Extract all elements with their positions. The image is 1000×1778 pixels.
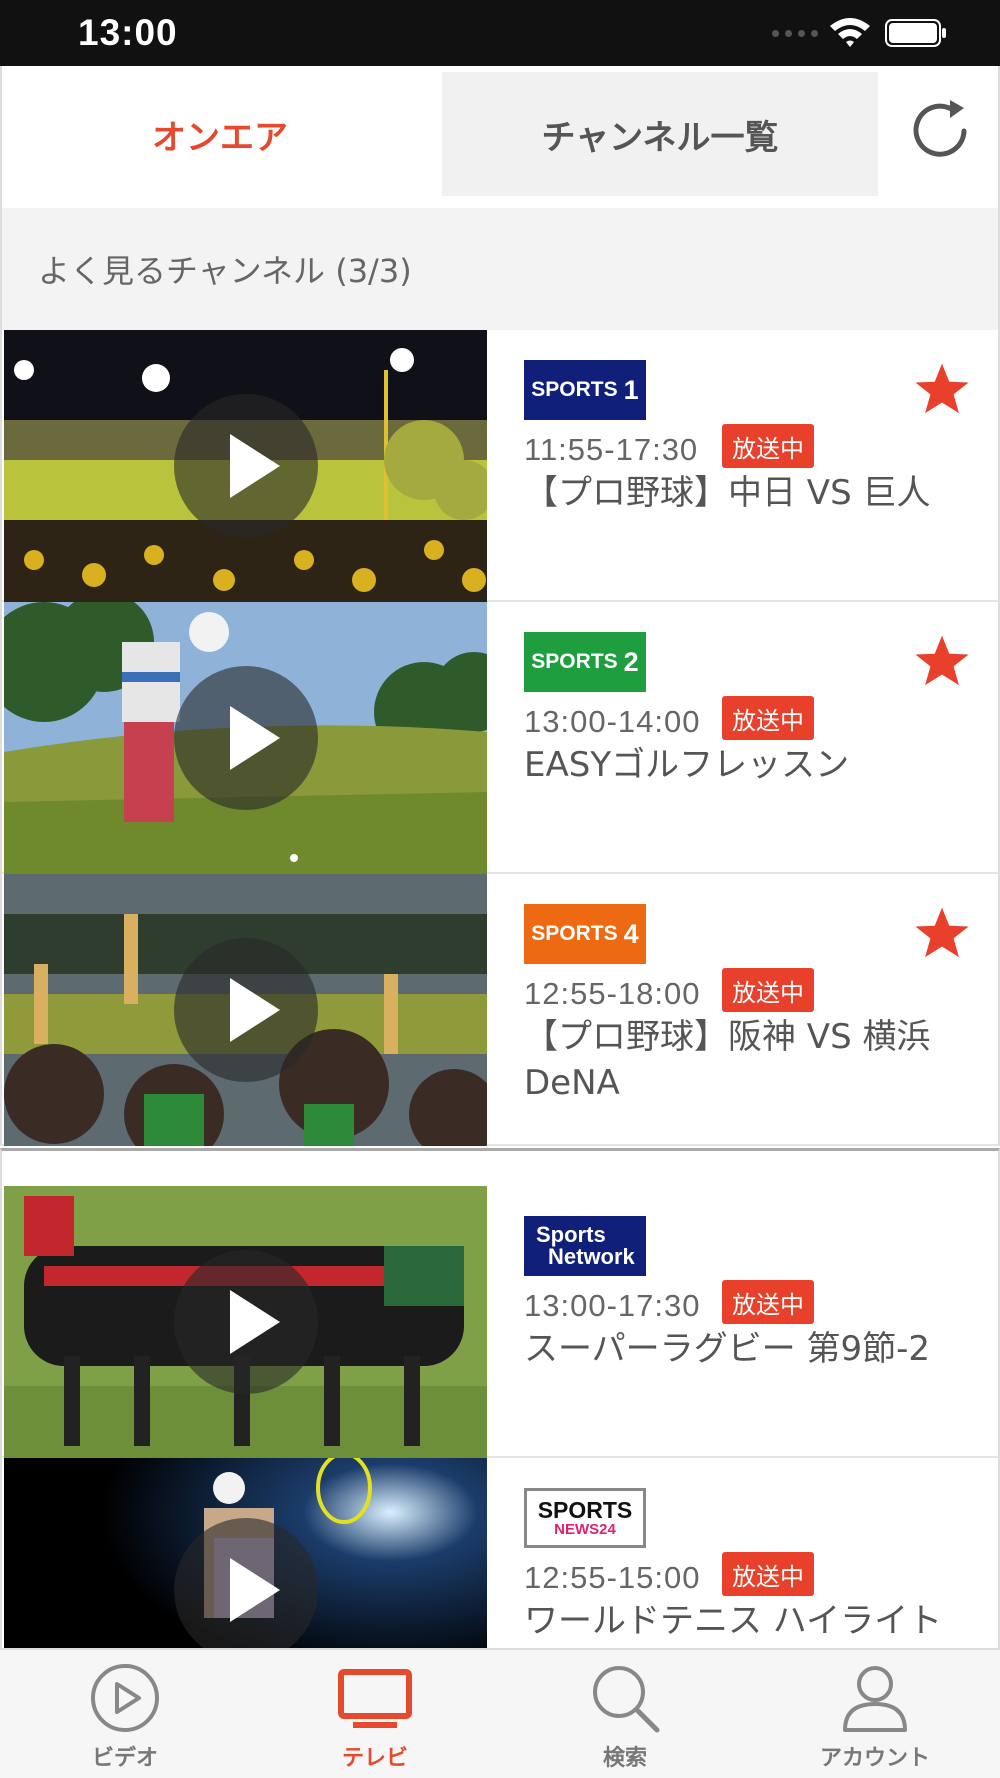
account-icon — [843, 1666, 907, 1732]
top-tab-bar: オンエア チャンネル一覧 — [0, 66, 1000, 208]
play-button[interactable] — [174, 1250, 318, 1394]
nav-label: テレビ — [341, 1746, 408, 1771]
favorite-star-icon[interactable] — [912, 632, 972, 690]
program-thumbnail[interactable] — [4, 1458, 487, 1648]
program-info: SPORTS 1 11:55-17:30 放送中 【プロ野球】中日 VS 巨人 — [524, 360, 984, 600]
nav-search[interactable]: 検索 — [500, 1660, 750, 1778]
bottom-navigation: ビデオ テレビ 検索 アカウント — [0, 1648, 1000, 1778]
channel-row[interactable]: Sports Network 13:00-17:30 放送中 スーパーラグビー 第… — [0, 1186, 1000, 1458]
live-badge: 放送中 — [722, 424, 814, 468]
program-info: SPORTS 2 13:00-14:00 放送中 EASYゴルフレッスン — [524, 632, 984, 872]
play-button[interactable] — [174, 394, 318, 538]
channel-logo: SPORTS 1 — [524, 360, 646, 420]
nav-account[interactable]: アカウント — [750, 1660, 1000, 1778]
live-badge: 放送中 — [722, 1552, 814, 1596]
channel-row[interactable]: SPORTS 1 11:55-17:30 放送中 【プロ野球】中日 VS 巨人 — [0, 330, 1000, 602]
channel-logo: SPORTS 4 — [524, 904, 646, 964]
tab-channel-list[interactable]: チャンネル一覧 — [442, 72, 878, 196]
favorite-star-icon[interactable] — [912, 360, 972, 418]
program-thumbnail[interactable] — [4, 874, 487, 1146]
channel-logo: Sports Network — [524, 1216, 646, 1276]
nav-tv[interactable]: テレビ — [250, 1660, 500, 1778]
program-time: 13:00-14:00 — [524, 704, 701, 739]
program-time: 12:55-18:00 — [524, 976, 701, 1011]
program-info: Sports Network 13:00-17:30 放送中 スーパーラグビー 第… — [524, 1216, 984, 1456]
section-title: よく見るチャンネル (3/3) — [0, 208, 1000, 330]
channel-row[interactable]: SPORTS 4 12:55-18:00 放送中 【プロ野球】阪神 VS 横浜 D… — [0, 874, 1000, 1146]
program-title: ワールドテニス ハイライト — [524, 1601, 943, 1641]
channel-logo: SPORTS NEWS24 — [524, 1488, 646, 1548]
signal-dots-icon — [772, 30, 818, 37]
program-time: 11:55-17:30 — [524, 432, 699, 467]
channel-row[interactable]: SPORTS 2 13:00-14:00 放送中 EASYゴルフレッスン — [0, 602, 1000, 874]
battery-icon — [885, 19, 946, 47]
program-title: スーパーラグビー 第9節-2 — [524, 1329, 930, 1369]
live-badge: 放送中 — [722, 696, 814, 740]
status-bar: 13:00 — [0, 0, 1000, 66]
play-circle-icon — [91, 1664, 159, 1732]
nav-video[interactable]: ビデオ — [0, 1660, 250, 1778]
live-badge: 放送中 — [722, 968, 814, 1012]
search-icon — [593, 1666, 660, 1733]
tv-icon — [338, 1669, 412, 1728]
play-button[interactable] — [174, 666, 318, 810]
program-thumbnail[interactable] — [4, 1186, 487, 1458]
reload-icon[interactable] — [906, 96, 976, 166]
channel-logo: SPORTS 2 — [524, 632, 646, 692]
channel-row[interactable]: SPORTS NEWS24 12:55-15:00 放送中 ワールドテニス ハイラ… — [0, 1458, 1000, 1648]
nav-label: 検索 — [602, 1746, 647, 1771]
wifi-icon — [830, 18, 870, 47]
program-info: SPORTS 4 12:55-18:00 放送中 【プロ野球】阪神 VS 横浜 D… — [524, 904, 984, 1144]
program-title: 【プロ野球】阪神 VS 横浜 DeNA — [524, 1017, 931, 1103]
nav-label: ビデオ — [91, 1746, 158, 1771]
program-time: 12:55-15:00 — [524, 1560, 701, 1595]
live-badge: 放送中 — [722, 1280, 814, 1324]
status-time: 13:00 — [78, 12, 178, 53]
program-title: EASYゴルフレッスン — [524, 745, 850, 785]
program-thumbnail[interactable] — [4, 602, 487, 874]
tab-onair[interactable]: オンエア — [2, 72, 438, 196]
group-divider — [0, 1148, 1000, 1186]
nav-label: アカウント — [819, 1746, 930, 1771]
play-button[interactable] — [174, 938, 318, 1082]
program-info: SPORTS NEWS24 12:55-15:00 放送中 ワールドテニス ハイラ… — [524, 1488, 984, 1648]
favorite-star-icon[interactable] — [912, 904, 972, 962]
program-time: 13:00-17:30 — [524, 1288, 701, 1323]
program-title: 【プロ野球】中日 VS 巨人 — [524, 473, 931, 513]
program-thumbnail[interactable] — [4, 330, 487, 602]
